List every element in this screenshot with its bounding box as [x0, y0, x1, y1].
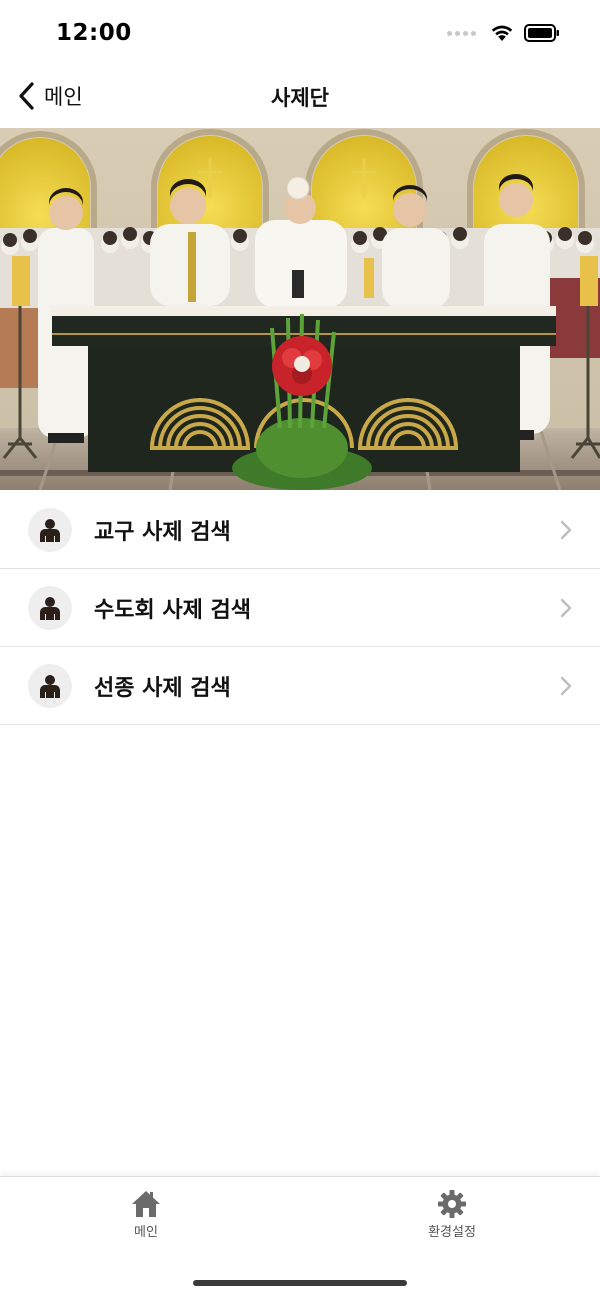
menu-item-religious-priest-search[interactable]: 수도회 사제 검색: [0, 569, 600, 647]
battery-icon: [524, 24, 559, 42]
tab-home[interactable]: 메인: [86, 1189, 206, 1240]
chevron-right-icon: [560, 520, 572, 540]
person-icon: [28, 585, 72, 630]
mass-altar-photo: [0, 128, 600, 490]
hero-image: [0, 128, 600, 490]
tab-label: 환경설정: [428, 1225, 476, 1240]
tab-label: 메인: [134, 1225, 158, 1240]
menu-item-diocesan-priest-search[interactable]: 교구 사제 검색: [0, 491, 600, 569]
person-icon: [28, 507, 72, 552]
status-bar: 12:00: [0, 0, 600, 64]
tab-settings[interactable]: 환경설정: [392, 1189, 512, 1240]
gear-icon: [438, 1190, 466, 1218]
priest-search-menu: 교구 사제 검색 수도회 사제 검색 선종 사제 검색: [0, 491, 600, 725]
status-time: 12:00: [56, 20, 132, 46]
navigation-bar: 메인 사제단: [0, 64, 600, 128]
person-icon: [28, 663, 72, 708]
wifi-icon: [491, 25, 513, 41]
chevron-right-icon: [560, 676, 572, 696]
menu-item-label: 선종 사제 검색: [94, 675, 231, 701]
home-icon: [132, 1191, 160, 1217]
page-title: 사제단: [271, 86, 329, 110]
chevron-right-icon: [560, 598, 572, 618]
menu-item-label: 교구 사제 검색: [94, 519, 231, 545]
menu-item-label: 수도회 사제 검색: [94, 597, 251, 623]
menu-item-deceased-priest-search[interactable]: 선종 사제 검색: [0, 647, 600, 725]
status-icons: [447, 24, 560, 42]
home-indicator[interactable]: [193, 1280, 407, 1286]
signal-dots-icon: [447, 30, 476, 36]
